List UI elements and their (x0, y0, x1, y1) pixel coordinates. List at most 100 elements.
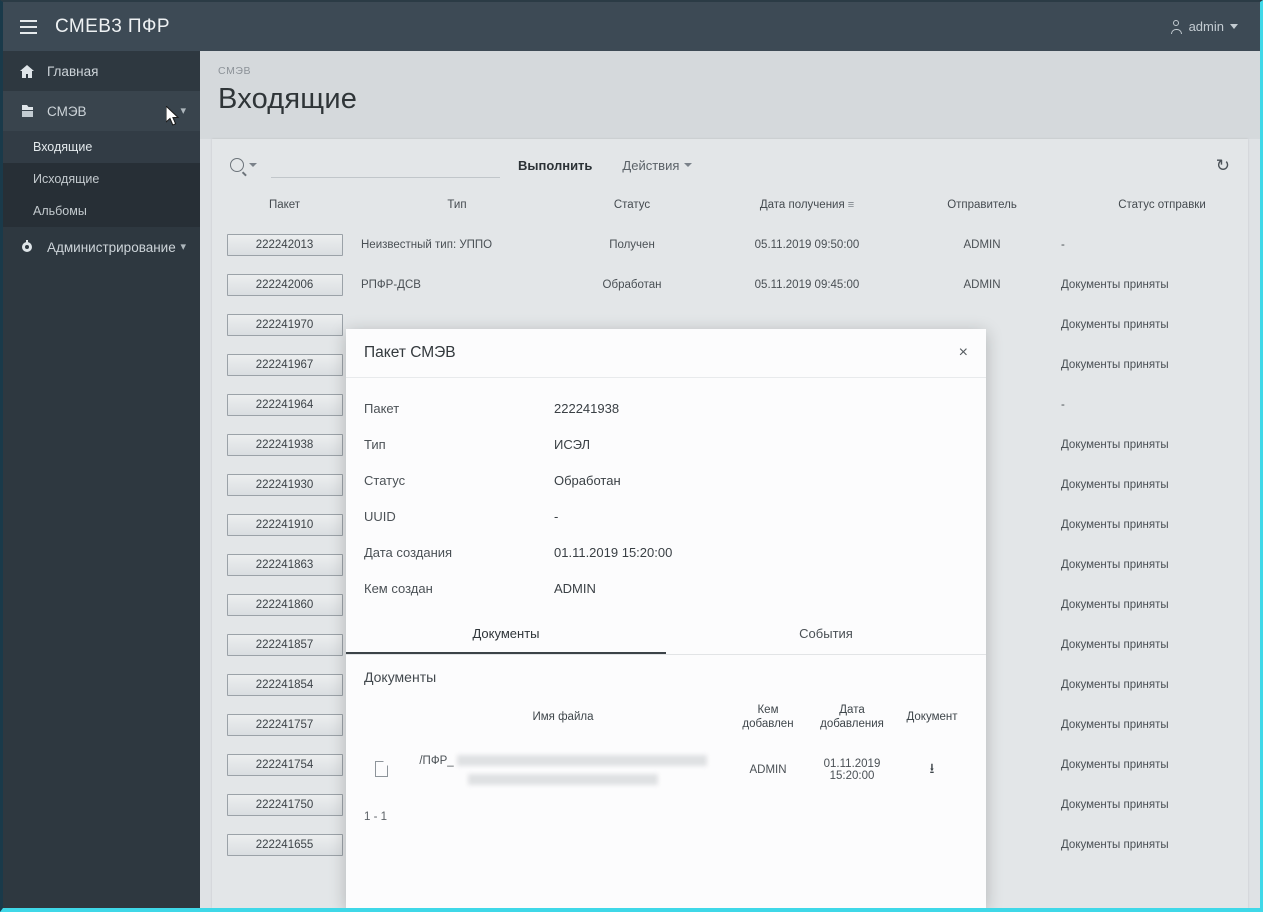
chevron-down-icon: ▾ (180, 104, 186, 117)
packet-button[interactable]: 222241910 (226, 514, 343, 536)
cell-send-status: Документы приняты (1061, 639, 1169, 651)
dialog-header: Пакет СМЭВ × (346, 329, 986, 378)
chevron-down-icon (249, 163, 257, 167)
cell-send-status: Документы приняты (1061, 319, 1169, 331)
search-mode-selector[interactable] (230, 158, 257, 172)
field-label: Тип (364, 436, 386, 452)
cell-status: Получен (609, 239, 655, 251)
cell-send-status: - (1061, 239, 1065, 251)
packet-button[interactable]: 222242013 (226, 234, 343, 256)
gear-icon (17, 240, 37, 254)
toolbar: Выполнить Действия ↻ (212, 139, 1248, 191)
field-status: Статус Обработан (364, 462, 968, 498)
search-icon (230, 158, 244, 172)
column-header-sender[interactable]: Отправитель (907, 191, 1057, 225)
column-header-document: Документ (906, 711, 958, 724)
cell-send-status: Документы приняты (1061, 839, 1169, 851)
close-icon[interactable]: × (959, 345, 968, 361)
packet-button[interactable]: 222241938 (226, 434, 343, 456)
column-header-filename: Имя файла (532, 711, 594, 724)
packet-button[interactable]: 222241754 (226, 754, 343, 776)
column-header-received-date[interactable]: Дата получения (707, 191, 907, 225)
field-value: Обработан (554, 472, 621, 488)
top-bar: СМЕВ3 ПФР admin (3, 2, 1260, 51)
packet-button[interactable]: 222241930 (226, 474, 343, 496)
cell-send-status: Документы приняты (1061, 679, 1169, 691)
page-title: Входящие (218, 83, 358, 115)
field-uuid: UUID - (364, 498, 968, 534)
packet-button[interactable]: 222242006 (226, 274, 343, 296)
table-row[interactable]: 222242013 Неизвестный тип: УППО Получен … (212, 225, 1260, 265)
column-header-type[interactable]: Тип (357, 191, 557, 225)
sidebar-item-label: СМЭВ (47, 103, 87, 119)
home-icon (17, 64, 37, 78)
field-value: ADMIN (554, 580, 596, 596)
download-icon[interactable]: ⭳ (930, 760, 935, 776)
exchange-icon (17, 104, 37, 118)
sidebar-subitem-label: Исходящие (33, 172, 100, 186)
field-value: - (554, 508, 559, 524)
column-header-status[interactable]: Статус (557, 191, 707, 225)
packet-button[interactable]: 222241857 (226, 634, 343, 656)
sidebar-item-vhodyashchie[interactable]: Входящие (3, 131, 200, 163)
documents-row[interactable]: /ПФР_ ADMIN 01.11.2019 15:20:00 ⭳ (364, 744, 968, 797)
cell-status: Обработан (602, 279, 662, 291)
sidebar-item-smev[interactable]: СМЭВ ▾ (3, 91, 200, 131)
refresh-icon[interactable]: ↻ (1216, 157, 1230, 174)
sidebar-submenu-smev: Входящие Исходящие Альбомы (3, 131, 200, 227)
cell-sender: ADMIN (963, 279, 1001, 291)
column-header-added-by: Кем добавлен (742, 704, 794, 731)
file-type-cell (364, 744, 398, 797)
column-header-icon (364, 697, 398, 744)
packet-button[interactable]: 222241757 (226, 714, 343, 736)
top-bar-brand: СМЕВ3 ПФР (3, 2, 200, 51)
redacted-filename-part (456, 755, 707, 767)
sidebar-subitem-label: Входящие (33, 140, 93, 154)
breadcrumb[interactable]: СМЭВ (218, 65, 1260, 77)
sidebar-item-ishodyashchie[interactable]: Исходящие (3, 163, 200, 195)
field-created-date: Дата создания 01.11.2019 15:20:00 (364, 534, 968, 570)
table-row[interactable]: 222242006 РПФР-ДСВ Обработан 05.11.2019 … (212, 265, 1260, 305)
actions-dropdown[interactable]: Действия (622, 157, 693, 173)
packet-button[interactable]: 222241967 (226, 354, 343, 376)
sidebar-item-albomy[interactable]: Альбомы (3, 195, 200, 227)
cell-date: 05.11.2019 09:50:00 (754, 239, 860, 251)
packet-button[interactable]: 222241860 (226, 594, 343, 616)
packet-button[interactable]: 222241750 (226, 794, 343, 816)
page-header: СМЭВ Входящие (200, 51, 1260, 139)
column-header-added-date: Дата добавления (820, 704, 884, 731)
cell-added-by: ADMIN (749, 764, 787, 777)
cell-send-status: Документы приняты (1061, 439, 1169, 451)
tab-documents[interactable]: Документы (346, 614, 666, 654)
packet-button[interactable]: 222241964 (226, 394, 343, 416)
execute-button[interactable]: Выполнить (512, 157, 598, 174)
column-header-send-status[interactable]: Статус отправки (1057, 191, 1260, 225)
actions-dropdown-label: Действия (622, 157, 680, 173)
packet-button[interactable]: 222241970 (226, 314, 343, 336)
user-icon (1170, 19, 1183, 34)
redacted-filename-part (468, 773, 658, 785)
tab-events[interactable]: События (666, 614, 986, 654)
app-title: СМЕВ3 ПФР (55, 15, 170, 37)
documents-section-title: Документы (364, 669, 437, 685)
search-input[interactable] (271, 152, 500, 178)
sidebar-item-administrirovanie[interactable]: Администрирование ▾ (3, 227, 200, 267)
cell-date: 05.11.2019 09:45:00 (754, 279, 860, 291)
cell-download[interactable]: ⭳ (896, 744, 968, 797)
chevron-down-icon (1230, 24, 1238, 29)
sidebar-subitem-label: Альбомы (33, 204, 87, 218)
user-menu[interactable]: admin (1170, 19, 1260, 34)
sidebar-item-label: Главная (47, 63, 99, 79)
sidebar-item-glavnaya[interactable]: Главная (3, 51, 200, 91)
packet-button[interactable]: 222241863 (226, 554, 343, 576)
packet-button[interactable]: 222241655 (226, 834, 343, 856)
field-label: Пакет (364, 400, 400, 416)
field-label: Дата создания (364, 544, 453, 560)
column-header-packet[interactable]: Пакет (212, 191, 357, 225)
packet-button[interactable]: 222241854 (226, 674, 343, 696)
cell-added-date: 01.11.2019 15:20:00 (823, 758, 881, 783)
cell-type: РПФР-ДСВ (361, 279, 421, 291)
hamburger-icon[interactable] (13, 12, 43, 42)
chevron-down-icon: ▾ (180, 240, 186, 253)
table-header-row: Пакет Тип Статус Дата получения Отправит… (212, 191, 1260, 225)
